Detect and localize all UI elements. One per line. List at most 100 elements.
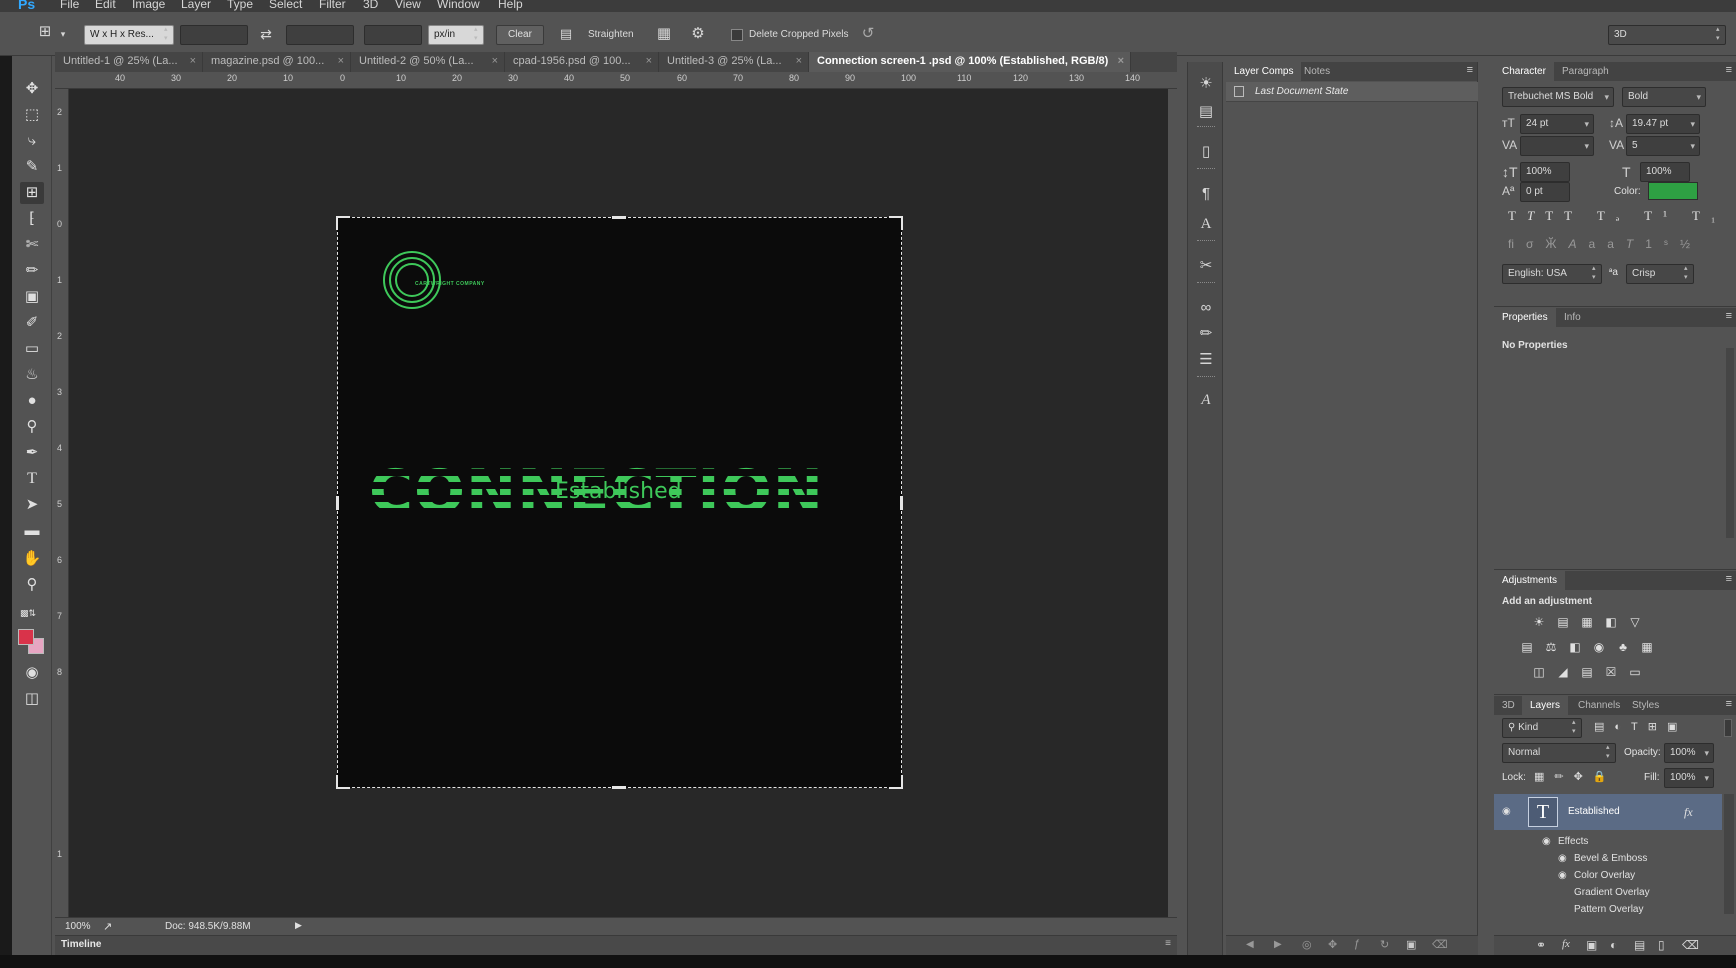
pen-tool-icon[interactable]: ✒ [20,442,44,464]
blur-tool-icon[interactable]: ● [20,390,44,412]
ratio-preset-select[interactable]: W x H x Res... [84,25,174,45]
eraser-tool-icon[interactable]: ▭ [20,338,44,360]
gear-icon[interactable]: ⚙ [688,26,708,42]
type-tool-icon[interactable]: T [20,468,44,490]
effect-bevel-emboss[interactable]: Bevel & Emboss [1574,853,1647,864]
close-icon[interactable]: × [492,52,498,71]
font-style-select[interactable]: Bold [1622,87,1706,107]
gradient-map-icon[interactable]: ▭ [1628,665,1642,679]
reset-icon[interactable]: ↺ [858,26,878,42]
opacity-input[interactable]: 100% [1664,743,1714,763]
update-visibility-icon[interactable]: ◎ [1302,938,1312,951]
clear-button[interactable]: Clear [496,25,544,45]
crop-tool-icon[interactable]: ⊞ [20,182,44,204]
new-group-icon[interactable]: ▤ [1634,938,1645,952]
tab-channels[interactable]: Channels [1570,696,1628,715]
faux-style-buttons[interactable]: TTTT Tₔ T¹ T₁ T T [1508,208,1736,224]
font-family-select[interactable]: Trebuchet MS Bold [1502,87,1614,107]
move-tool-icon[interactable]: ✥ [20,78,44,100]
effect-visibility-icon[interactable]: ◉ [1558,870,1567,881]
crop-handle-corner[interactable] [336,216,350,230]
menu-image[interactable]: Image [132,0,165,11]
brightness-contrast-icon[interactable]: ☀ [1532,615,1546,629]
glyphs-icon[interactable]: A [1194,392,1218,408]
photo-filter-icon[interactable]: ◉ [1592,640,1606,654]
previous-comp-icon[interactable]: ◀ [1246,939,1254,950]
layer-comps-icon[interactable]: ▯ [1194,144,1218,160]
channel-mixer-icon[interactable]: ♣ [1616,640,1630,654]
crop-handle-corner[interactable] [889,216,903,230]
effect-color-overlay[interactable]: Color Overlay [1574,870,1635,881]
lock-icons[interactable]: ▦✏✥🔒 [1534,770,1617,783]
new-adjustment-icon[interactable]: ◐ [1610,938,1617,952]
tab-info[interactable]: Info [1556,308,1589,327]
crop-handle-right[interactable] [900,496,903,510]
foreground-color-swatch[interactable] [18,629,34,645]
width-input[interactable] [180,25,248,45]
delete-cropped-checkbox[interactable] [731,29,743,41]
effect-visibility-icon[interactable]: ◉ [1558,853,1567,864]
creative-cloud-icon[interactable]: ∞ [1194,300,1218,316]
menu-edit[interactable]: Edit [95,0,116,11]
language-select[interactable]: English: USA [1502,264,1602,284]
close-icon[interactable]: × [646,52,652,71]
eyedropper-tool-icon[interactable]: ⁅ [20,208,44,230]
text-color-swatch[interactable] [1648,182,1698,200]
crop-tool-preset-icon[interactable]: ⊞ [34,24,56,40]
resolution-input[interactable] [364,25,422,45]
rectangle-tool-icon[interactable]: ▬ [20,520,44,542]
brush-tool-icon[interactable]: ✏ [20,260,44,282]
timeline-tab[interactable]: Timeline [61,939,101,950]
posterize-icon[interactable]: ◢ [1556,665,1570,679]
leading-input[interactable]: 19.47 pt [1626,114,1700,134]
layer-filter-kind-select[interactable]: ⚲ Kind [1502,718,1582,738]
add-mask-icon[interactable]: ▣ [1586,938,1597,952]
dodge-tool-icon[interactable]: ⚲ [20,416,44,438]
exposure-icon[interactable]: ◧ [1604,615,1618,629]
next-comp-icon[interactable]: ▶ [1274,939,1282,950]
overlay-grid-icon[interactable]: ▦ [654,26,674,42]
path-select-tool-icon[interactable]: ➤ [20,494,44,516]
tab-layer-comps[interactable]: Layer Comps [1226,62,1302,81]
tab-document-active[interactable]: Connection screen-1 .psd @ 100% (Establi… [809,52,1131,72]
history-brush-tool-icon[interactable]: ✐ [20,312,44,334]
update-position-icon[interactable]: ✥ [1328,938,1337,951]
menu-layer[interactable]: Layer [181,0,211,11]
menu-select[interactable]: Select [269,0,302,11]
straighten-icon[interactable]: ▤ [556,26,576,42]
status-menu-arrow-icon[interactable]: ▶ [295,920,302,931]
menu-view[interactable]: View [395,0,421,11]
black-white-icon[interactable]: ◧ [1568,640,1582,654]
delete-layer-icon[interactable]: ⌫ [1682,938,1699,952]
filter-toggle[interactable] [1724,719,1732,737]
crop-handle-top[interactable] [612,216,626,219]
menu-window[interactable]: Window [437,0,480,11]
quick-mask-icon[interactable]: ◉ [20,662,44,684]
histogram-icon[interactable]: ▤ [1194,104,1218,120]
share-icon[interactable]: ↗ [103,920,112,933]
tab-adjustments[interactable]: Adjustments [1494,571,1566,590]
paint-bucket-tool-icon[interactable]: ♨ [20,364,44,386]
zoom-tool-icon[interactable]: ⚲ [20,574,44,596]
effect-gradient-overlay[interactable]: Gradient Overlay [1574,887,1650,898]
brush-presets-icon[interactable]: ✏ [1194,326,1218,342]
panel-menu-icon[interactable]: ≡ [1726,573,1732,585]
healing-brush-tool-icon[interactable]: ✄ [20,234,44,256]
layer-comp-row[interactable]: Last Document State [1226,82,1478,102]
swap-icon[interactable]: ⇄ [256,26,276,42]
tab-document[interactable]: magazine.psd @ 100... × [203,52,351,72]
antialias-select[interactable]: Crisp [1626,264,1694,284]
tab-styles[interactable]: Styles [1624,696,1667,715]
height-input[interactable] [286,25,354,45]
lasso-tool-icon[interactable]: ⤷ [20,130,44,152]
tab-document[interactable]: Untitled-2 @ 50% (La... × [351,52,505,72]
invert-icon[interactable]: ◫ [1532,665,1546,679]
paragraph-icon[interactable]: ¶ [1194,186,1218,202]
panel-menu-icon[interactable]: ≡ [1726,64,1732,76]
tab-3d[interactable]: 3D [1494,696,1523,715]
tab-notes[interactable]: Notes [1296,62,1338,81]
workspace-select[interactable]: 3D [1608,25,1726,45]
add-style-icon[interactable]: fx [1562,938,1570,950]
layer-filter-icons[interactable]: ▤◐T⊞▣ [1594,720,1687,733]
baseline-shift-input[interactable]: 0 pt [1520,182,1570,202]
